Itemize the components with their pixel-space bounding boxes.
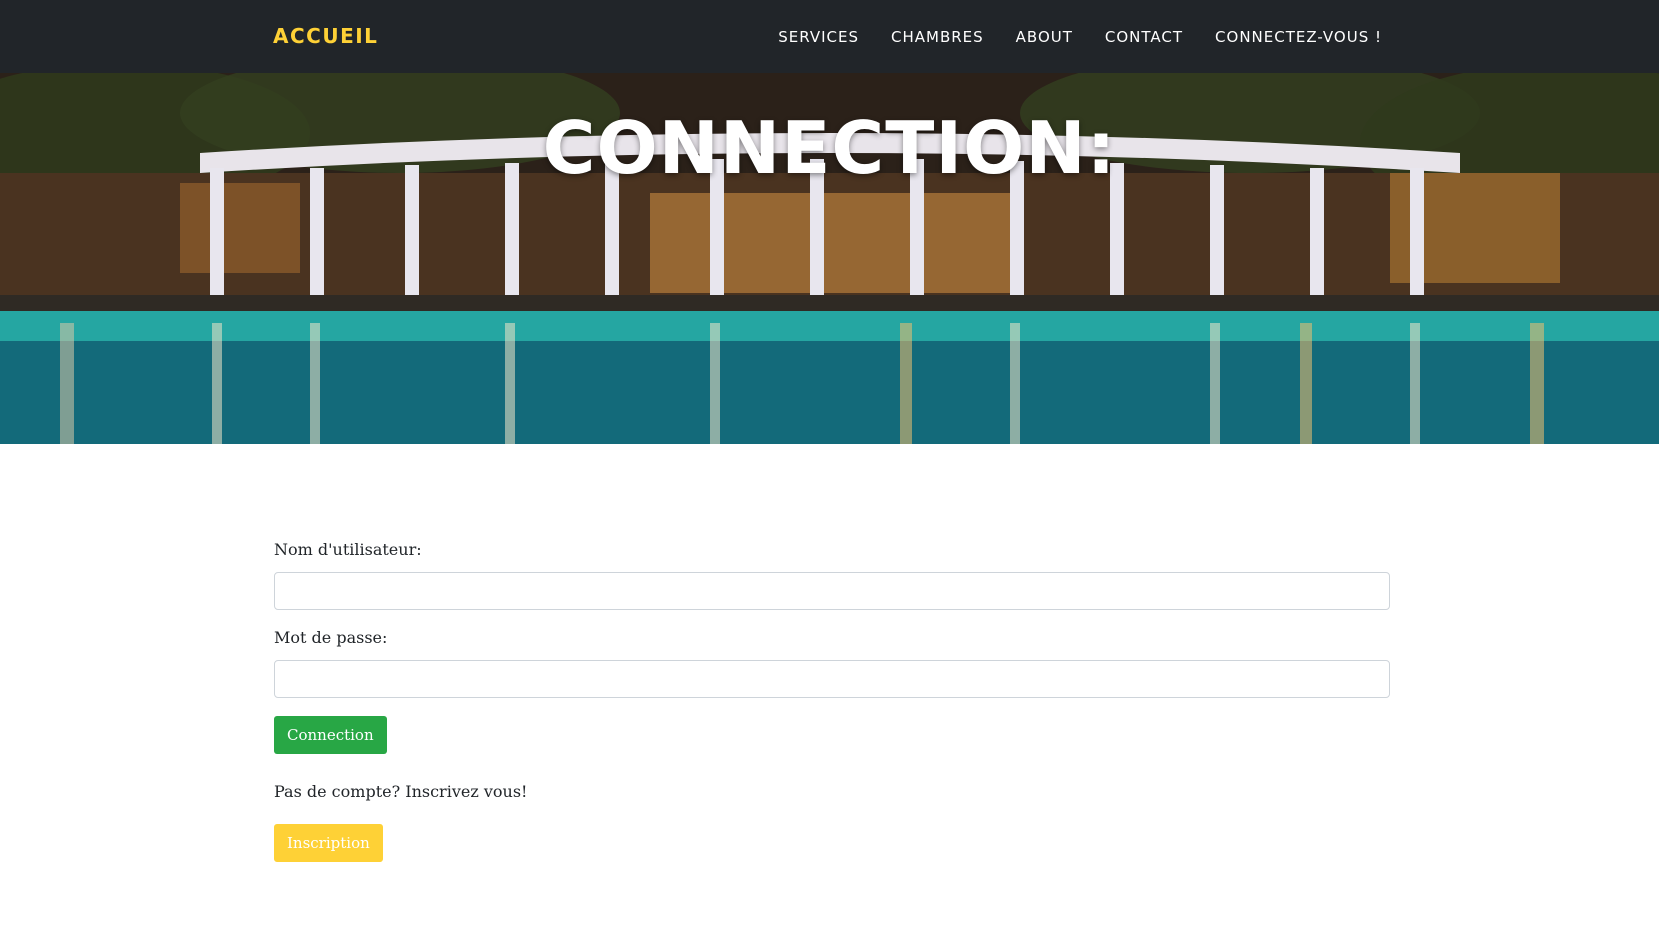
page-title: CONNECTION: [542,106,1117,190]
login-button[interactable]: Connection [274,716,387,754]
nav-link-contact[interactable]: CONTACT [1105,28,1183,46]
username-label: Nom d'utilisateur: [274,540,422,559]
hero-banner: CONNECTION: [0,73,1659,444]
nav-link-services[interactable]: SERVICES [778,28,859,46]
nav-links: SERVICES CHAMBRES ABOUT CONTACT CONNECTE… [778,27,1382,46]
nav-link-about[interactable]: ABOUT [1016,28,1073,46]
brand-link[interactable]: ACCUEIL [273,24,378,48]
nav-link-login[interactable]: CONNECTEZ-VOUS ! [1215,28,1382,46]
main-navbar: ACCUEIL SERVICES CHAMBRES ABOUT CONTACT … [0,0,1659,73]
signup-button[interactable]: Inscription [274,824,383,862]
login-form: Nom d'utilisateur: Mot de passe: Connect… [274,540,1390,862]
password-label: Mot de passe: [274,628,388,647]
nav-link-chambres[interactable]: CHAMBRES [891,28,984,46]
signup-prompt: Pas de compte? Inscrivez vous! [274,782,528,801]
username-input[interactable] [274,572,1390,610]
password-input[interactable] [274,660,1390,698]
